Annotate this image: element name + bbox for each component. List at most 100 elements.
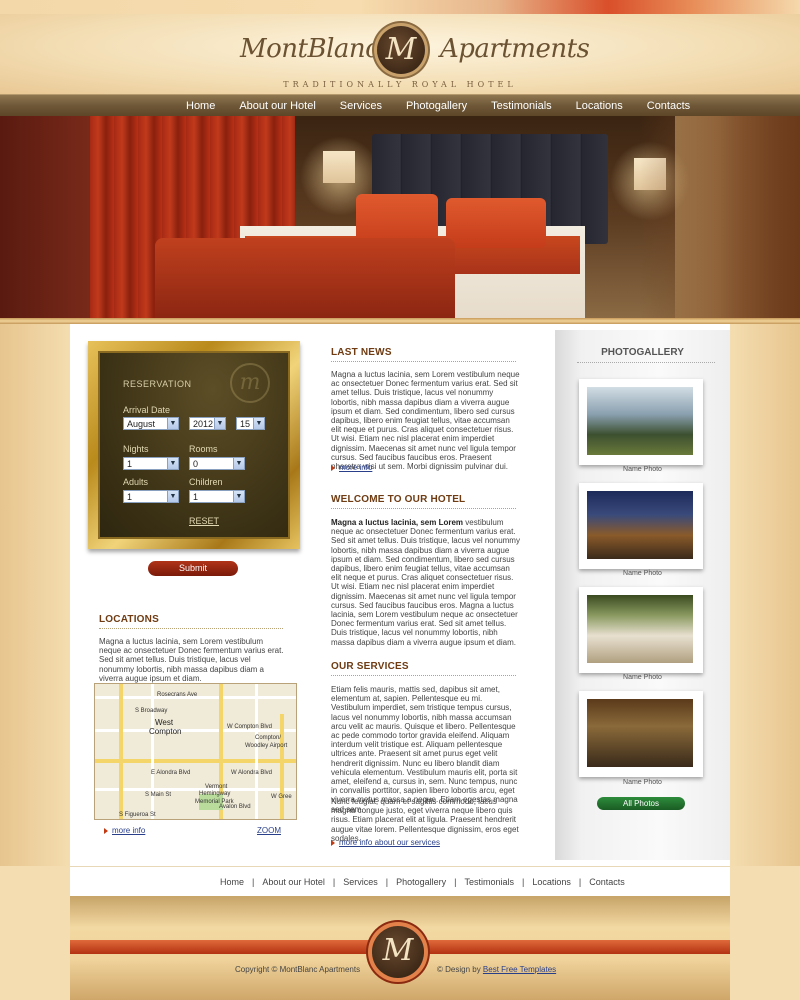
hero-bench — [155, 238, 455, 318]
gallery-photo[interactable] — [579, 691, 703, 777]
last-news-title: LAST NEWS — [331, 347, 392, 358]
year-value: 2012 — [193, 419, 214, 429]
chevron-down-icon: ▼ — [167, 491, 178, 502]
hero-fade — [640, 116, 800, 318]
footer-nav: Home | About our Hotel | Services | Photoga… — [70, 866, 730, 896]
zoom-link[interactable]: ZOOM — [257, 826, 281, 835]
children-value: 1 — [193, 492, 199, 502]
locations-text: Magna a luctus lacinia, sem Lorem vestib… — [99, 637, 284, 683]
photo-caption: Name Photo — [623, 466, 662, 473]
nights-value: 1 — [127, 459, 133, 469]
footer-logo-mark[interactable]: M — [372, 926, 424, 978]
map-label: W Compton Blvd — [227, 724, 273, 730]
gallery-photo[interactable] — [579, 379, 703, 465]
footer-nav-contacts[interactable]: Contacts — [589, 877, 625, 887]
adults-select[interactable]: 1 ▼ — [123, 490, 179, 503]
nav-locations[interactable]: Locations — [576, 100, 623, 112]
map-label: Compton/ — [255, 735, 282, 741]
map-road — [95, 788, 296, 791]
map-road — [119, 684, 123, 819]
submit-button[interactable]: Submit — [148, 561, 238, 576]
photo-image — [587, 387, 693, 455]
nav-contacts[interactable]: Contacts — [647, 100, 690, 112]
chevron-down-icon: ▼ — [233, 491, 244, 502]
reservation-frame: m RESERVATION Arrival Date August ▼ 2012 ▼… — [88, 341, 300, 549]
services-more-info-link[interactable]: more info about our services — [331, 838, 440, 847]
map-label: S Figueroa St — [119, 812, 156, 818]
services-title: OUR SERVICES — [331, 661, 409, 672]
nav-services[interactable]: Services — [340, 100, 382, 112]
reservation-title: RESERVATION — [123, 379, 192, 389]
separator: | — [332, 877, 336, 887]
chevron-down-icon: ▼ — [167, 418, 178, 429]
photo-image — [587, 595, 693, 663]
nights-select[interactable]: 1 ▼ — [123, 457, 179, 470]
services-text: Etiam felis mauris, mattis sed, dapibus … — [331, 685, 518, 814]
reset-link[interactable]: RESET — [189, 516, 219, 526]
divider — [99, 628, 283, 629]
logo-letter: M — [385, 32, 417, 67]
rooms-select[interactable]: 0 ▼ — [189, 457, 245, 470]
side-background-right — [730, 324, 800, 866]
photo-image — [587, 699, 693, 767]
footer-nav-testimonials[interactable]: Testimonials — [465, 877, 515, 887]
chevron-down-icon: ▼ — [233, 458, 244, 469]
children-select[interactable]: 1 ▼ — [189, 490, 245, 503]
map-label: Woodley Airport — [245, 743, 288, 749]
chevron-down-icon: ▼ — [167, 458, 178, 469]
photo-image — [587, 491, 693, 559]
footer: M — [70, 896, 730, 1000]
gallery-photo[interactable] — [579, 587, 703, 673]
map-label: Rosecrans Ave — [157, 692, 198, 698]
news-more-info-link[interactable]: more info — [331, 463, 372, 472]
logo-text-right[interactable]: Apartments — [440, 34, 590, 64]
design-prefix: © Design by — [437, 965, 483, 974]
hero-lamp — [323, 151, 355, 183]
separator: | — [522, 877, 525, 887]
arrow-right-icon — [331, 464, 335, 471]
photo-caption: Name Photo — [623, 674, 662, 681]
welcome-lead: Magna a luctus lacinia, sem Lorem — [331, 518, 464, 527]
nav-about[interactable]: About our Hotel — [239, 100, 315, 112]
locations-more-info-link[interactable]: more info — [104, 826, 145, 835]
arrow-right-icon — [104, 827, 108, 834]
copyright: Copyright © MontBlanc Apartments — [235, 965, 361, 974]
photogallery-title: PHOTOGALLERY — [601, 347, 684, 358]
footer-nav-services[interactable]: Services — [343, 877, 378, 887]
map-label: S Broadway — [135, 708, 168, 714]
map-label: Hemingway — [199, 791, 231, 797]
footer-nav-photogallery[interactable]: Photogallery — [396, 877, 446, 887]
logo-mark[interactable]: M — [377, 26, 425, 74]
footer-nav-about[interactable]: About our Hotel — [262, 877, 325, 887]
map-label: E Alondra Blvd — [151, 770, 191, 776]
logo-text-left[interactable]: MontBlanc — [240, 34, 380, 64]
separator: | — [578, 877, 582, 887]
footer-nav-home[interactable]: Home — [220, 877, 244, 887]
separator: | — [252, 877, 255, 887]
all-photos-button[interactable]: All Photos — [597, 797, 685, 810]
design-link[interactable]: Best Free Templates — [483, 965, 556, 974]
photogallery-panel: PHOTOGALLERY Name Photo Name Photo Name … — [555, 330, 730, 860]
location-map[interactable]: Rosecrans Ave West Compton W Compton Blv… — [94, 683, 297, 820]
month-select[interactable]: August ▼ — [123, 417, 179, 430]
divider — [331, 361, 516, 362]
day-select[interactable]: 15 ▼ — [236, 417, 265, 430]
map-label: Avalon Blvd — [219, 804, 251, 810]
footer-logo-letter: M — [382, 933, 414, 968]
welcome-body: vestibulum neque ac onsectetuer Donec fe… — [331, 518, 520, 647]
map-road — [280, 714, 284, 819]
welcome-text: Magna a luctus lacinia, sem Lorem vestib… — [331, 518, 521, 647]
hero-image — [0, 116, 800, 318]
nav-home[interactable]: Home — [186, 100, 215, 112]
year-select[interactable]: 2012 ▼ — [189, 417, 226, 430]
more-info-label: more info about our services — [339, 838, 440, 847]
rooms-label: Rooms — [189, 444, 218, 454]
footer-nav-locations[interactable]: Locations — [532, 877, 571, 887]
gallery-photo[interactable] — [579, 483, 703, 569]
hero-pillow — [446, 198, 546, 248]
last-news-text: Magna a luctus lacinia, sem Lorem vestib… — [331, 370, 520, 472]
nav-testimonials[interactable]: Testimonials — [491, 100, 552, 112]
nav-photogallery[interactable]: Photogallery — [406, 100, 467, 112]
photo-caption: Name Photo — [623, 570, 662, 577]
chevron-down-icon: ▼ — [214, 418, 225, 429]
